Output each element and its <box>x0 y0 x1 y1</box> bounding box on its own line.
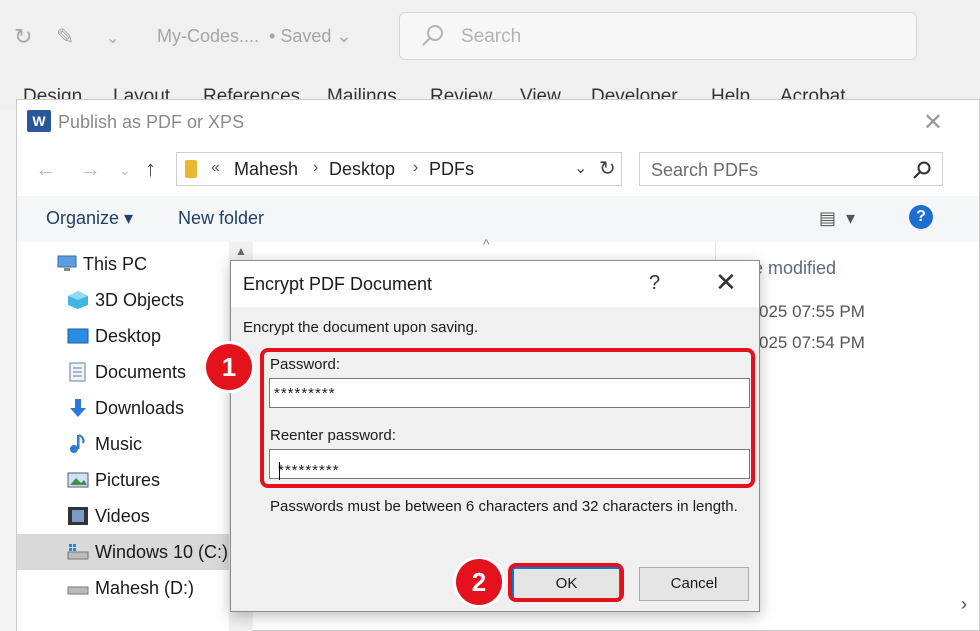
password-fields-highlight <box>260 348 755 488</box>
navigation-bar: ← → ⌄ ↑ « Mahesh › Desktop › PDFs ⌄ ↻ Se… <box>17 144 979 196</box>
tree-item-label: Videos <box>95 506 150 526</box>
tree-item-label: Desktop <box>95 326 162 346</box>
document-name[interactable]: My-Codes.... • Saved ⌄ <box>157 26 352 47</box>
chevron-down-icon[interactable]: ⌄ <box>574 158 587 178</box>
document-title: My-Codes.... <box>157 26 260 46</box>
encrypt-intro-text: Encrypt the document upon saving. <box>243 319 479 336</box>
tree-item-desktop[interactable]: Desktop <box>17 318 229 354</box>
breadcrumb-desktop[interactable]: Desktop <box>329 159 395 180</box>
desktop-icon <box>67 328 89 344</box>
tree-item-windows-c[interactable]: Windows 10 (C:) <box>17 534 229 570</box>
chevron-right-icon[interactable]: › <box>413 159 418 177</box>
pictures-icon <box>67 472 89 488</box>
breadcrumb-pdfs[interactable]: PDFs <box>429 159 474 180</box>
chevron-right-icon[interactable]: › <box>313 159 318 177</box>
quick-access-dropdown-icon[interactable]: ⌄ <box>106 28 119 48</box>
tree-item-label: Mahesh (D:) <box>95 578 195 598</box>
scroll-up-icon[interactable]: ▲ <box>235 244 247 258</box>
tree-item-downloads[interactable]: Downloads <box>17 390 229 426</box>
saved-status: • Saved <box>269 26 332 46</box>
command-bar: Organize ▾ New folder ▤ ▾ ? <box>17 196 979 242</box>
tree-item-label: Pictures <box>95 470 161 490</box>
organize-button[interactable]: Organize ▾ <box>46 208 133 229</box>
forward-arrow-icon[interactable]: → <box>79 156 101 182</box>
help-icon[interactable]: ? <box>909 205 933 229</box>
word-title-bar: ↻ ✎ ⌄ My-Codes.... • Saved ⌄ Search Desi… <box>0 0 980 110</box>
back-arrow-icon[interactable]: ← <box>35 156 57 182</box>
music-icon <box>70 434 85 453</box>
word-logo-icon: W <box>27 110 51 132</box>
password-length-note: Passwords must be between 6 characters a… <box>270 498 738 515</box>
tree-item-documents[interactable]: Documents <box>17 354 229 390</box>
videos-icon <box>68 507 88 525</box>
step-1-badge: 1 <box>206 344 252 390</box>
save-edit-icon[interactable]: ✎ <box>56 24 74 50</box>
tree-item-music[interactable]: Music <box>17 426 229 462</box>
tree-item-label: 3D Objects <box>95 290 185 310</box>
close-icon[interactable]: ✕ <box>715 267 737 298</box>
navigation-pane: This PC 3D Objects Desktop Documents Dow… <box>17 242 229 631</box>
view-options-icon[interactable]: ▤ ▾ <box>819 208 855 229</box>
scroll-right-icon[interactable]: › <box>961 594 967 615</box>
publish-dialog-titlebar: W Publish as PDF or XPS ✕ <box>17 100 979 144</box>
drive-d-icon <box>67 586 89 595</box>
tree-item-3d-objects[interactable]: 3D Objects <box>17 282 229 318</box>
tree-item-label: Documents <box>95 362 187 382</box>
3d-objects-icon <box>68 291 88 309</box>
recent-locations-icon[interactable]: ⌄ <box>119 162 131 179</box>
address-bar[interactable]: « Mahesh › Desktop › PDFs ⌄ ↻ <box>176 152 622 186</box>
refresh-icon[interactable]: ↻ <box>599 156 616 181</box>
publish-dialog-title: Publish as PDF or XPS <box>58 112 245 132</box>
sort-ascending-icon: ^ <box>483 236 490 252</box>
tree-item-label: Downloads <box>95 398 185 418</box>
refresh-icon[interactable]: ↻ <box>14 24 32 50</box>
breadcrumb-mahesh[interactable]: Mahesh <box>234 159 298 180</box>
step-2-badge: 2 <box>456 559 502 605</box>
new-folder-button[interactable]: New folder <box>178 208 264 229</box>
tree-item-label: Music <box>95 434 143 454</box>
tree-item-videos[interactable]: Videos <box>17 498 229 534</box>
search-placeholder: Search <box>461 26 522 47</box>
search-pdfs-input[interactable]: Search PDFs <box>639 152 943 186</box>
up-arrow-icon[interactable]: ↑ <box>145 156 156 182</box>
tree-item-pictures[interactable]: Pictures <box>17 462 229 498</box>
folder-icon <box>185 160 197 178</box>
ok-button-highlight <box>508 563 624 602</box>
file-list-scrollbar[interactable]: › <box>753 592 980 618</box>
breadcrumb-overflow[interactable]: « <box>211 159 220 177</box>
tree-item-label: This PC <box>83 254 148 274</box>
help-icon[interactable]: ? <box>649 272 660 295</box>
chevron-down-icon: ⌄ <box>336 26 352 46</box>
search-icon <box>422 25 443 46</box>
tree-item-mahesh-d[interactable]: Mahesh (D:) <box>17 570 229 606</box>
this-pc-icon <box>57 255 77 271</box>
encrypt-dialog-titlebar: Encrypt PDF Document ? ✕ <box>231 261 759 307</box>
encrypt-dialog-title: Encrypt PDF Document <box>243 274 433 294</box>
search-icon <box>913 161 931 179</box>
word-search-box[interactable]: Search <box>399 12 917 60</box>
drive-c-icon <box>67 544 89 560</box>
tree-item-this-pc[interactable]: This PC <box>17 246 229 282</box>
cancel-button[interactable]: Cancel <box>639 567 749 601</box>
documents-icon <box>69 362 86 382</box>
close-icon[interactable]: ✕ <box>923 108 943 137</box>
search-pdfs-placeholder: Search PDFs <box>651 160 759 180</box>
tree-item-label: Windows 10 (C:) <box>95 542 229 562</box>
downloads-icon <box>70 399 86 417</box>
